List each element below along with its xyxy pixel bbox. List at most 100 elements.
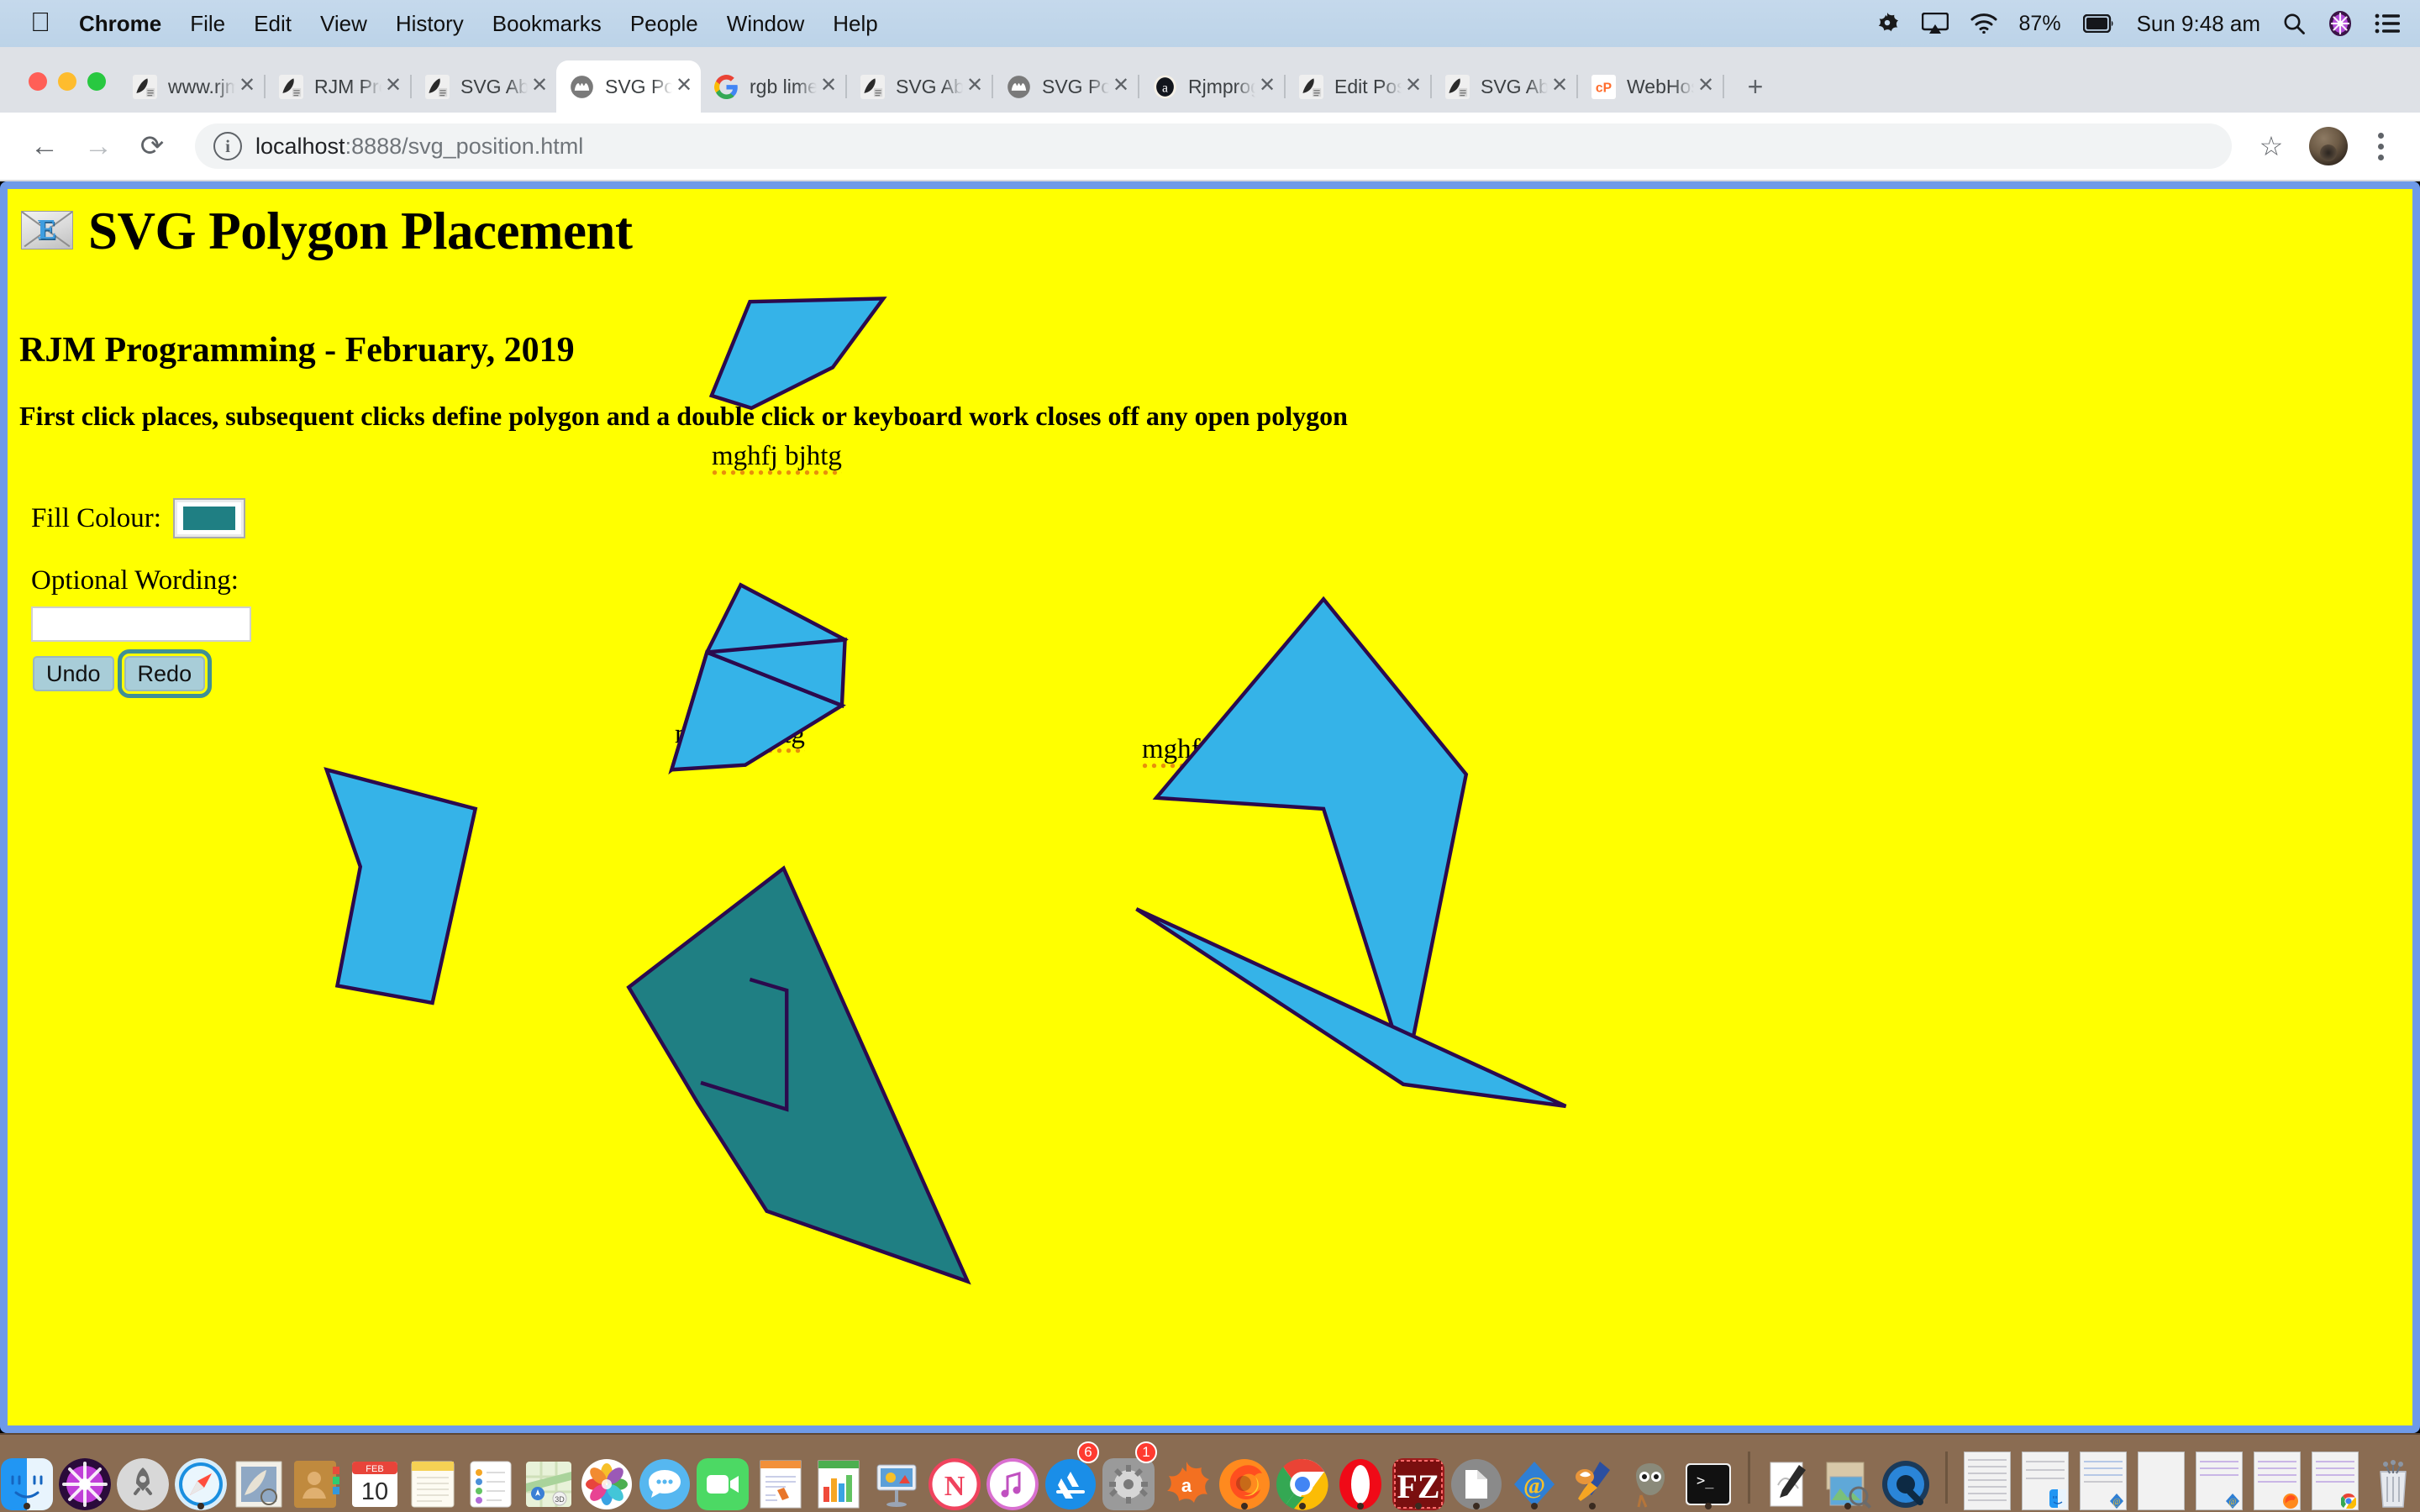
- dock-app-pages[interactable]: [754, 1443, 808, 1510]
- close-tab-icon[interactable]: ✕: [817, 75, 840, 98]
- dock-app-app-store[interactable]: 6: [1044, 1441, 1099, 1510]
- menu-item-help[interactable]: Help: [833, 11, 877, 37]
- dock-app-news[interactable]: N: [928, 1443, 981, 1510]
- dock-trash[interactable]: [2366, 1443, 2420, 1510]
- dock-util-preview-photo[interactable]: [1821, 1443, 1875, 1510]
- site-info-icon[interactable]: i: [213, 132, 242, 160]
- dock-app-calendar[interactable]: FEB 10: [348, 1443, 402, 1510]
- profile-avatar[interactable]: [2309, 127, 2348, 165]
- menu-item-history[interactable]: History: [396, 11, 464, 37]
- close-button[interactable]: [29, 72, 47, 91]
- avast-icon[interactable]: [1875, 11, 1900, 36]
- dock-app-facetime[interactable]: [696, 1443, 750, 1510]
- minimized-document-window[interactable]: [1964, 1452, 2011, 1510]
- calendar-icon[interactable]: FEB 10: [349, 1458, 401, 1510]
- launchpad-icon[interactable]: [117, 1458, 169, 1510]
- reload-icon[interactable]: ⟳: [128, 122, 176, 171]
- menu-item-chrome[interactable]: Chrome: [79, 11, 161, 37]
- dock-app-notes[interactable]: [406, 1443, 460, 1510]
- reminders-icon[interactable]: [465, 1458, 517, 1510]
- browser-tab-3-active[interactable]: SVG Poly ✕: [556, 60, 701, 113]
- polygon-canvas[interactable]: [8, 189, 2412, 1425]
- numbers-icon[interactable]: [813, 1458, 865, 1510]
- menu-bar-clock[interactable]: Sun 9:48 am: [2137, 11, 2260, 37]
- avast-icon[interactable]: a: [1160, 1458, 1213, 1510]
- browser-tab-8[interactable]: Edit Post ✕: [1286, 60, 1430, 113]
- itunes-icon[interactable]: [986, 1458, 1039, 1510]
- airplay-icon[interactable]: [1921, 13, 1949, 34]
- dock-app-launchpad[interactable]: [116, 1443, 170, 1510]
- dock-app-mail[interactable]: [232, 1443, 286, 1510]
- dock-window-4[interactable]: @: [2192, 1443, 2246, 1510]
- notes-icon[interactable]: [407, 1458, 459, 1510]
- browser-tab-5[interactable]: SVG Abs ✕: [847, 60, 992, 113]
- dock-window-2[interactable]: @: [2076, 1443, 2130, 1510]
- dock-app-gimp[interactable]: [1623, 1443, 1677, 1510]
- battery-icon[interactable]: [2082, 14, 2115, 33]
- close-tab-icon[interactable]: ✕: [528, 75, 551, 98]
- minimized-mamp-window[interactable]: @: [2196, 1452, 2243, 1510]
- pages-icon[interactable]: [755, 1458, 807, 1510]
- menu-item-view[interactable]: View: [320, 11, 367, 37]
- page-viewport[interactable]: E SVG Polygon Placement RJM Programming …: [0, 181, 2420, 1433]
- new-tab-button[interactable]: +: [1736, 67, 1775, 106]
- close-tab-icon[interactable]: ✕: [381, 75, 405, 98]
- close-tab-icon[interactable]: ✕: [672, 75, 696, 98]
- forward-icon[interactable]: →: [74, 122, 123, 171]
- address-bar[interactable]: i localhost :8888/svg_position.html: [195, 123, 2232, 169]
- minimize-button[interactable]: [58, 72, 76, 91]
- facetime-icon[interactable]: [697, 1458, 749, 1510]
- preview-sketch-icon[interactable]: [1764, 1458, 1816, 1510]
- close-tab-icon[interactable]: ✕: [1109, 75, 1133, 98]
- dock-app-avast[interactable]: a: [1160, 1443, 1213, 1510]
- dock-app-photos[interactable]: [580, 1443, 634, 1510]
- dock-app-opera[interactable]: [1334, 1443, 1387, 1510]
- minimized-editor-window[interactable]: @: [2080, 1452, 2127, 1510]
- close-tab-icon[interactable]: ✕: [1548, 75, 1571, 98]
- browser-tab-6[interactable]: SVG Poly ✕: [993, 60, 1138, 113]
- dock-window-5[interactable]: [2250, 1443, 2304, 1510]
- dock-app-xampp[interactable]: [1565, 1443, 1619, 1510]
- menu-item-window[interactable]: Window: [727, 11, 804, 37]
- browser-tab-1[interactable]: RJM Prog ✕: [266, 60, 410, 113]
- dock-app-evernote[interactable]: [1449, 1443, 1503, 1510]
- menu-item-bookmarks[interactable]: Bookmarks: [492, 11, 602, 37]
- minimized-chrome-window[interactable]: [2312, 1452, 2359, 1510]
- maps-icon[interactable]: 3D: [523, 1458, 575, 1510]
- minimized-finder-window[interactable]: [2022, 1452, 2069, 1510]
- spotlight-search-icon[interactable]: [2282, 12, 2306, 35]
- browser-tab-0[interactable]: www.rjm ✕: [119, 60, 264, 113]
- dock-app-finder[interactable]: [0, 1443, 54, 1510]
- back-icon[interactable]: ←: [20, 122, 69, 171]
- dock-app-system-preferences[interactable]: 1: [1102, 1441, 1157, 1510]
- browser-tab-9[interactable]: SVG Abs ✕: [1432, 60, 1576, 113]
- minimized-blank-window[interactable]: [2138, 1452, 2185, 1510]
- dock-app-siri[interactable]: [58, 1443, 112, 1510]
- dock-app-messages[interactable]: [638, 1443, 692, 1510]
- contacts-icon[interactable]: [291, 1458, 343, 1510]
- siri-icon[interactable]: [59, 1458, 111, 1510]
- dock-app-numbers[interactable]: [812, 1443, 865, 1510]
- shape-kite-quad-top[interactable]: [708, 297, 887, 411]
- siri-icon[interactable]: [2328, 10, 2353, 37]
- dock-app-safari[interactable]: [174, 1443, 228, 1510]
- system-preferences-icon[interactable]: [1102, 1458, 1155, 1510]
- shape-sliver-right[interactable]: [1135, 907, 1567, 1109]
- dock-window-6[interactable]: [2308, 1443, 2362, 1510]
- zoom-button[interactable]: [87, 72, 106, 91]
- dock-app-contacts[interactable]: [290, 1443, 344, 1510]
- trash-icon[interactable]: [2367, 1458, 2419, 1510]
- shape-teal-big[interactable]: [626, 865, 971, 1285]
- dock-app-mamp[interactable]: @: [1507, 1443, 1561, 1510]
- close-tab-icon[interactable]: ✕: [1255, 75, 1279, 98]
- dock-app-filezilla[interactable]: FZ: [1392, 1443, 1445, 1510]
- dock-util-preview-sketch[interactable]: [1763, 1443, 1817, 1510]
- gimp-icon[interactable]: [1624, 1458, 1676, 1510]
- dock-app-terminal[interactable]: >_: [1681, 1443, 1735, 1510]
- dock-app-itunes[interactable]: [986, 1443, 1039, 1510]
- svg-polygon-placement-page[interactable]: E SVG Polygon Placement RJM Programming …: [8, 189, 2412, 1425]
- browser-tab-2[interactable]: SVG Abs ✕: [412, 60, 556, 113]
- wifi-icon[interactable]: [1970, 13, 1997, 34]
- dock-window-0[interactable]: [1960, 1443, 2014, 1510]
- dock-util-quicktime[interactable]: [1879, 1443, 1933, 1510]
